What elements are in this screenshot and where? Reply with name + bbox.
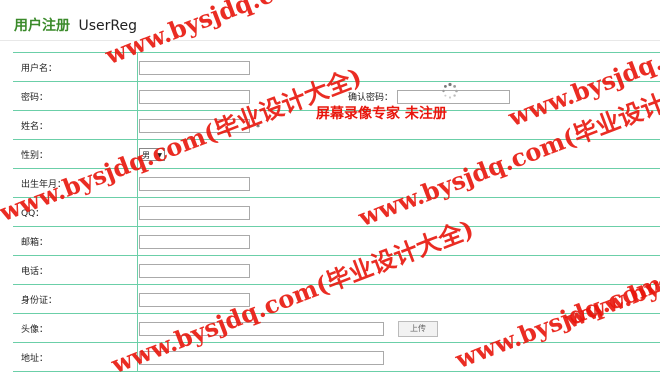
page-title-en: UserReg bbox=[78, 18, 137, 34]
avatar-label: 头像： bbox=[21, 325, 49, 335]
page-header: 用户注册 UserReg bbox=[0, 0, 660, 41]
gender-label: 性别： bbox=[21, 151, 49, 161]
email-input[interactable] bbox=[139, 235, 250, 249]
username-label: 用户名： bbox=[21, 64, 58, 74]
birthdate-input[interactable] bbox=[139, 177, 250, 191]
form-row-gender: 性别： 男 ▼ bbox=[13, 139, 660, 168]
address-label: 地址： bbox=[21, 354, 49, 364]
id-card-label: 身份证： bbox=[21, 296, 58, 306]
form-row-username: 用户名： bbox=[13, 52, 660, 81]
name-label: 姓名： bbox=[21, 122, 49, 132]
form-row-name: 姓名： * bbox=[13, 110, 660, 139]
form-row-email: 邮箱： bbox=[13, 226, 660, 255]
confirm-password-label: 确认密码： bbox=[348, 93, 394, 103]
loading-spinner-icon bbox=[442, 82, 458, 99]
phone-input[interactable] bbox=[139, 264, 250, 278]
address-input[interactable] bbox=[139, 351, 384, 365]
email-label: 邮箱： bbox=[21, 238, 49, 248]
form-row-qq: QQ： bbox=[13, 197, 660, 226]
form-row-phone: 电话： bbox=[13, 255, 660, 284]
form-row-id-card: 身份证： bbox=[13, 284, 660, 313]
form-row-password: 密码： 确认密码： bbox=[13, 81, 660, 110]
qq-input[interactable] bbox=[139, 206, 250, 220]
password-input[interactable] bbox=[139, 90, 250, 104]
birthdate-label: 出生年月： bbox=[21, 180, 67, 190]
registration-form: 用户名： 密码： 确认密码： 姓名： * 性别： 男 ▼ 出生年月： QQ： 邮… bbox=[13, 52, 660, 372]
chevron-down-icon: ▼ bbox=[157, 152, 162, 159]
page-title: 用户注册 UserReg bbox=[14, 15, 137, 35]
required-mark: * bbox=[256, 123, 260, 132]
password-label: 密码： bbox=[21, 93, 49, 103]
form-row-address: 地址： bbox=[13, 342, 660, 372]
page-title-cn: 用户注册 bbox=[14, 18, 70, 34]
qq-label: QQ： bbox=[21, 209, 45, 219]
upload-button[interactable]: 上传 bbox=[398, 321, 438, 337]
id-card-input[interactable] bbox=[139, 293, 250, 307]
form-row-birthdate: 出生年月： bbox=[13, 168, 660, 197]
gender-select[interactable]: 男 ▼ bbox=[139, 148, 165, 161]
name-input[interactable] bbox=[139, 119, 250, 133]
username-input[interactable] bbox=[139, 61, 250, 75]
phone-label: 电话： bbox=[21, 267, 49, 277]
avatar-path-input[interactable] bbox=[139, 322, 384, 336]
form-row-avatar: 头像： 上传 bbox=[13, 313, 660, 342]
gender-select-value: 男 bbox=[142, 151, 150, 160]
